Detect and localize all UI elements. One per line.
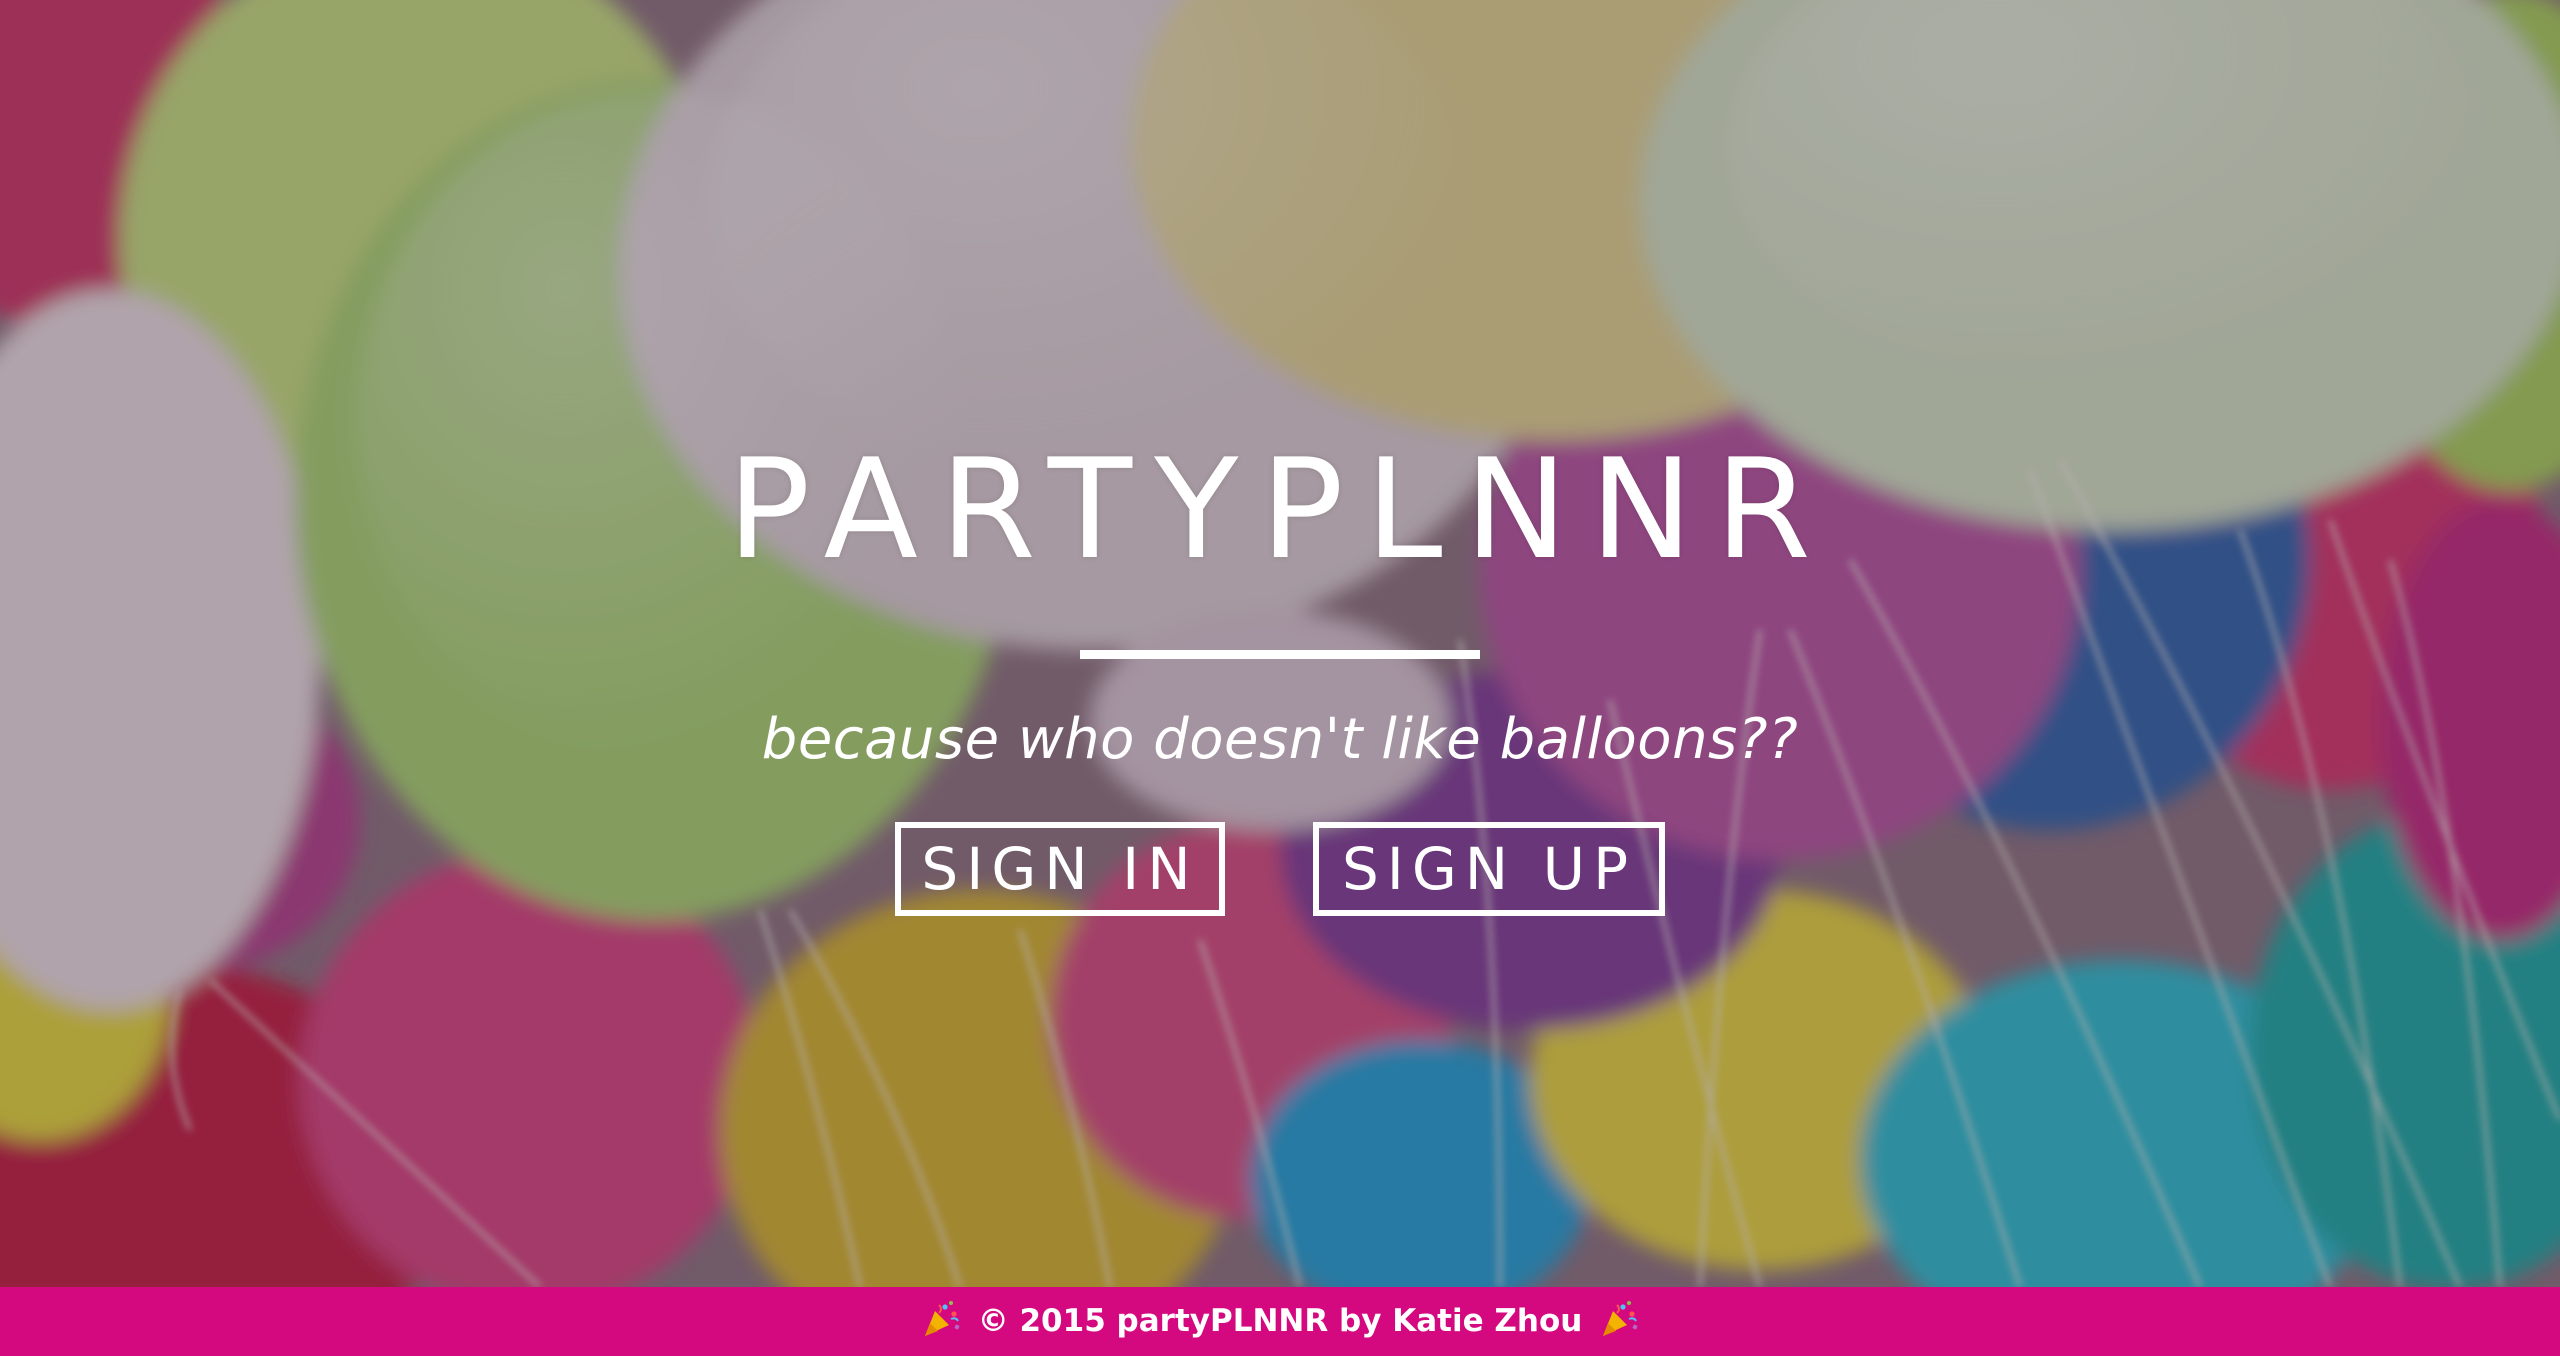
landing-page: PARTYPLNNR because who doesn't like ball… [0,0,2560,1356]
party-popper-icon [1603,1301,1638,1336]
title-divider [1080,650,1480,659]
sign-in-button[interactable]: SIGN IN [895,822,1225,916]
copyright-text: © 2015 partyPLNNR by Katie Zhou [977,1303,1583,1339]
party-popper-icon [924,1301,960,1336]
hero-section: PARTYPLNNR because who doesn't like ball… [0,0,2560,1287]
tagline: because who doesn't like balloons?? [761,707,1799,772]
sign-up-button[interactable]: SIGN UP [1313,822,1665,916]
footer: © 2015 partyPLNNR by Katie Zhou [0,1287,2560,1356]
page-title: PARTYPLNNR [727,429,1833,590]
